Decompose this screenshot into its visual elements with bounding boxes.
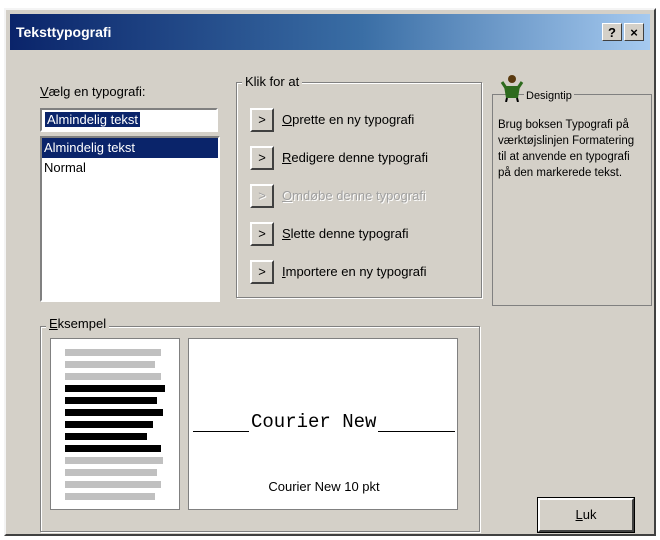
font-sample-text: Courier New bbox=[249, 411, 379, 433]
list-item-almindelig-tekst[interactable]: Almindelig tekst bbox=[42, 138, 218, 158]
design-tip-heading: Designtip bbox=[524, 90, 574, 102]
title-bar[interactable]: Teksttypografi ? × bbox=[10, 14, 650, 50]
close-window-button[interactable]: × bbox=[624, 23, 644, 41]
create-style-button[interactable]: > bbox=[250, 108, 274, 132]
edit-style-button[interactable]: > bbox=[250, 146, 274, 170]
rename-style-button[interactable]: > bbox=[250, 184, 274, 208]
style-listbox[interactable]: Almindelig tekst Normal bbox=[40, 136, 220, 302]
font-caption: Courier New 10 pkt bbox=[268, 479, 380, 494]
create-style-label: Oprette en ny typografi bbox=[282, 112, 415, 127]
style-dialog: Teksttypografi ? × Vælg en typografi: Al… bbox=[4, 8, 656, 536]
edit-style-label: Redigere denne typografi bbox=[282, 150, 428, 165]
rename-style-label: Omdøbe denne typografi bbox=[282, 188, 426, 203]
list-item-normal[interactable]: Normal bbox=[42, 158, 218, 178]
paragraph-preview bbox=[50, 338, 180, 510]
design-tip-text: Brug boksen Typografi på værktøjslinjen … bbox=[498, 119, 635, 179]
import-style-button[interactable]: > bbox=[250, 260, 274, 284]
designer-figure-icon bbox=[500, 75, 524, 102]
style-name-input[interactable]: Almindelig tekst bbox=[40, 108, 218, 132]
close-button[interactable]: Luk bbox=[538, 498, 634, 532]
delete-style-button[interactable]: > bbox=[250, 222, 274, 246]
window-title: Teksttypografi bbox=[16, 24, 112, 40]
actions-group-label: Klik for at bbox=[242, 74, 303, 89]
style-name-value: Almindelig tekst bbox=[45, 112, 141, 127]
help-button[interactable]: ? bbox=[602, 23, 622, 41]
delete-style-label: Slette denne typografi bbox=[282, 226, 409, 241]
font-preview: Courier New Courier New 10 pkt bbox=[188, 338, 458, 510]
example-group-label: Eksempel bbox=[46, 316, 110, 331]
style-select-label: Vælg en typografi: bbox=[40, 84, 146, 99]
import-style-label: Importere en ny typografi bbox=[282, 264, 427, 279]
